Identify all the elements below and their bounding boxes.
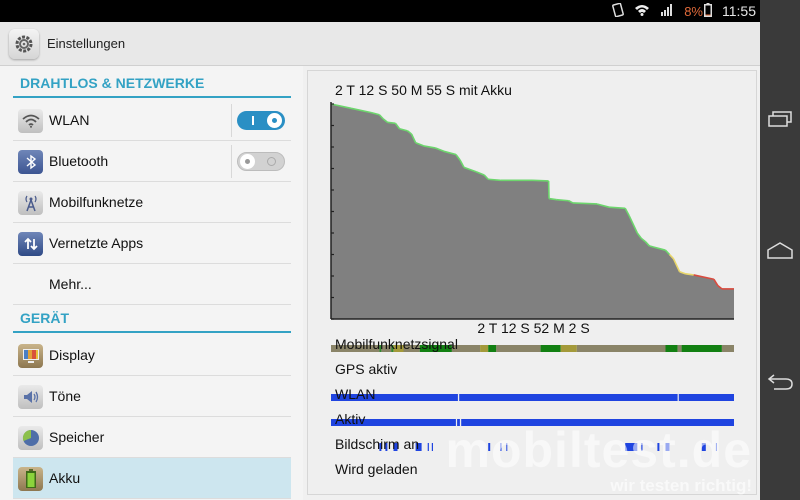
row-label-charging: Wird geladen <box>335 461 418 477</box>
row-label-mobile-signal: Mobilfunknetzsignal <box>335 336 458 352</box>
display-icon <box>18 344 43 368</box>
row-label-gps: GPS aktiv <box>335 361 398 377</box>
timeline-segment <box>665 345 678 352</box>
timeline-segment <box>560 345 577 352</box>
sidebar-item-label: Vernetzte Apps <box>49 235 144 251</box>
sidebar-item-label: Display <box>49 347 95 363</box>
battery-line-segment <box>387 121 396 125</box>
home-icon <box>767 242 793 259</box>
sidebar-item-label: WLAN <box>49 112 90 128</box>
action-bar: Einstellungen <box>0 22 760 66</box>
recent-apps-icon <box>768 111 792 127</box>
screen-rotate-icon <box>612 2 625 20</box>
timeline-segment <box>576 345 666 352</box>
back-icon <box>767 374 793 390</box>
recent-apps-button[interactable] <box>764 105 796 133</box>
timeline-segment <box>678 394 734 401</box>
battery-line-segment <box>572 202 598 205</box>
sidebar-item-display[interactable]: Display <box>13 335 291 376</box>
battery-line-segment <box>609 206 626 210</box>
sync-apps-icon <box>18 232 43 256</box>
battery-line-segment <box>532 179 549 182</box>
chart-x-label: 2 T 12 S 52 M 2 S <box>477 320 590 336</box>
divider <box>231 145 232 178</box>
page-title: Einstellungen <box>47 36 126 51</box>
row-label-aktiv: Aktiv <box>335 411 366 427</box>
sidebar-item-label: Mehr... <box>49 276 92 292</box>
sidebar-item-bluetooth[interactable]: Bluetooth <box>13 141 291 182</box>
battery-line-segment <box>685 273 694 276</box>
storage-pie-icon <box>18 426 43 450</box>
section-header-device: GERÄT <box>13 303 291 333</box>
chart-title: 2 T 12 S 50 M 55 S mit Akku <box>335 82 512 98</box>
sidebar-item-label: Bluetooth <box>49 153 109 169</box>
sidebar-item-vernetzte-apps[interactable]: Vernetzte Apps <box>13 223 291 264</box>
cell-tower-icon <box>18 191 43 215</box>
section-header-wireless: DRAHTLOS & NETZWERKE <box>13 68 291 98</box>
battery-usage-panel: 2 T 12 S 50 M 55 S mit Akku 2 T 12 S 52 … <box>303 66 760 500</box>
back-button[interactable] <box>764 367 796 395</box>
sidebar-item-mobilfunknetze[interactable]: Mobilfunknetze <box>13 182 291 223</box>
sidebar-item-label: Speicher <box>49 429 105 445</box>
timeline-segment <box>677 345 682 352</box>
sidebar-item-label: Akku <box>49 470 81 486</box>
wifi-icon <box>18 109 43 133</box>
battery-line-segment <box>649 245 654 248</box>
sidebar-item-speicher[interactable]: Speicher <box>13 417 291 458</box>
watermark-brand: mobiltest.de <box>445 422 752 478</box>
battery-icon <box>18 467 43 491</box>
sidebar-item-label: Mobilfunknetze <box>49 194 144 210</box>
sidebar-item-label: Töne <box>49 388 81 404</box>
timeline-segment <box>431 443 433 451</box>
settings-gear-icon[interactable] <box>9 29 39 59</box>
status-bar: 8% 11:55 <box>0 0 760 22</box>
bluetooth-toggle[interactable] <box>237 152 285 171</box>
battery-percent: 8% <box>684 3 703 19</box>
navigation-bar <box>760 0 800 500</box>
timeline-segment <box>480 345 489 352</box>
clock: 11:55 <box>722 3 756 19</box>
timeline-segment <box>427 443 429 451</box>
sidebar-item-toene[interactable]: Töne <box>13 376 291 417</box>
home-button[interactable] <box>764 236 796 264</box>
wlan-toggle[interactable] <box>237 111 285 130</box>
settings-list: DRAHTLOS & NETZWERKE WLAN Bluetooth Mobi… <box>0 66 303 500</box>
battery-line-segment <box>548 197 557 201</box>
row-label-screen-on: Bildschirm an <box>335 436 420 452</box>
bluetooth-icon <box>18 150 43 174</box>
timeline-segment <box>496 345 541 352</box>
signal-icon <box>660 3 674 19</box>
battery-level-area <box>331 104 734 319</box>
battery-icon <box>704 2 712 20</box>
row-label-wlan: WLAN <box>335 386 376 402</box>
timeline-segment <box>488 345 497 352</box>
divider <box>231 104 232 137</box>
sidebar-item-akku[interactable]: Akku <box>13 458 291 499</box>
timeline-segment <box>721 345 734 352</box>
watermark-tagline: wir testen richtig! <box>610 476 752 495</box>
battery-line-segment <box>488 178 501 182</box>
sidebar-item-mehr[interactable]: Mehr... <box>13 264 291 305</box>
timeline-segment <box>459 394 678 401</box>
timeline-segment <box>681 345 722 352</box>
speaker-icon <box>18 385 43 409</box>
timeline-segment <box>540 345 561 352</box>
battery-line-segment <box>556 198 569 202</box>
sidebar-item-wlan[interactable]: WLAN <box>13 100 291 141</box>
wifi-icon <box>634 4 650 19</box>
